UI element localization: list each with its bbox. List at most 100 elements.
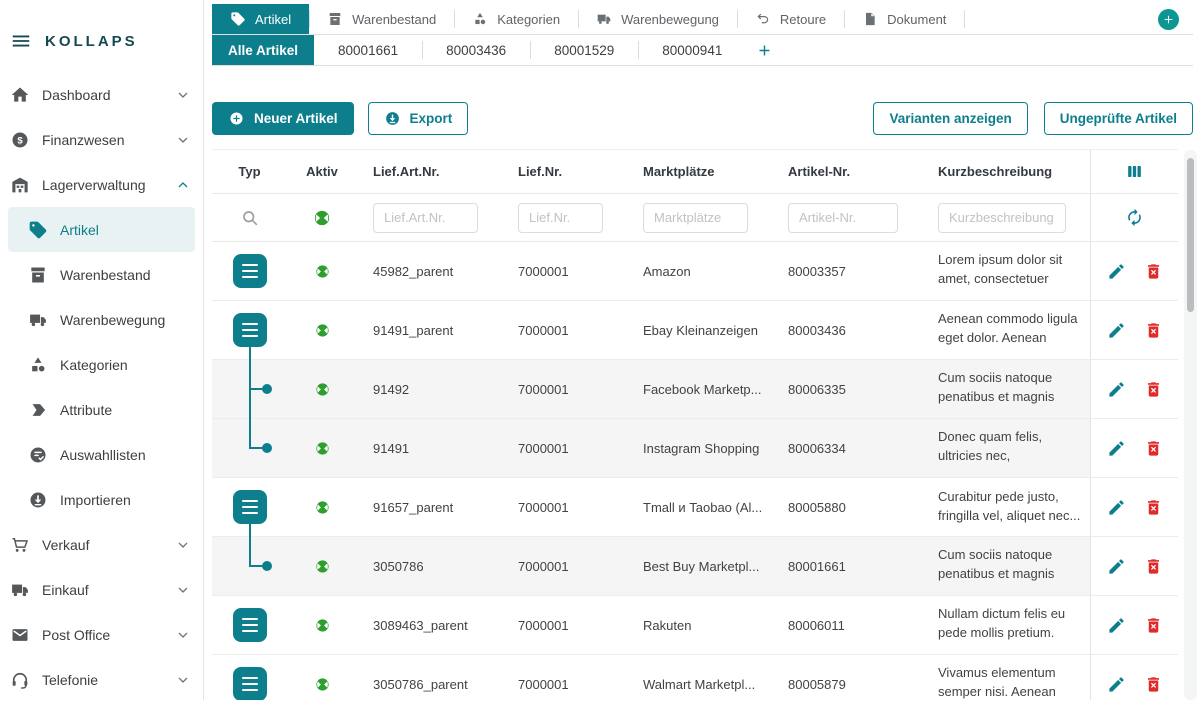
sidebar-item-finanzwesen[interactable]: Finanzwesen [0,117,203,162]
delete-icon[interactable] [1144,321,1163,340]
header-kurzbeschreibung[interactable]: Kurzbeschreibung [922,164,1090,179]
edit-icon[interactable] [1107,498,1126,517]
table-row: 3089463_parent 7000001 Rakuten 80006011 … [212,596,1178,655]
sidebar-item-einkauf[interactable]: Einkauf [0,567,203,612]
add-module-button[interactable] [1158,9,1179,30]
sidebar-item-importieren[interactable]: Importieren [0,477,203,522]
edit-icon[interactable] [1107,439,1126,458]
cell-lief-art-nr: 45982_parent [357,264,502,279]
article-tab-bar: Alle Artikel 80001661 80003436 80001529 … [212,35,1193,66]
sidebar-item-warenbewegung[interactable]: Warenbewegung [0,297,203,342]
header-marktplaetze[interactable]: Marktplätze [627,164,772,179]
header-artikel-nr[interactable]: Artikel-Nr. [772,164,922,179]
sidebar-item-attribute[interactable]: Attribute [0,387,203,432]
parent-article-icon[interactable] [233,254,267,288]
column-settings-icon[interactable] [1125,162,1144,181]
cell-kurzbeschreibung: Cum sociis natoque penatibus et magnis d… [922,546,1090,586]
delete-icon[interactable] [1144,675,1163,694]
truck-icon [28,310,48,330]
lief-nr-filter-input[interactable] [518,203,603,233]
sidebar-item-dashboard[interactable]: Dashboard [0,72,203,117]
mail-icon [10,625,30,645]
edit-icon[interactable] [1107,557,1126,576]
delete-icon[interactable] [1144,616,1163,635]
tab-kategorien[interactable]: Kategorien [454,4,578,34]
cell-lief-nr: 7000001 [502,382,627,397]
header-lief-art-nr[interactable]: Lief.Art.Nr. [357,164,502,179]
table-row: 3050786_parent 7000001 Walmart Marketpl.… [212,655,1178,700]
unchecked-articles-button[interactable]: Ungeprüfte Artikel [1044,102,1193,135]
artikel-nr-filter-input[interactable] [788,203,898,233]
tab-warenbestand[interactable]: Warenbestand [309,4,454,34]
tab-warenbewegung[interactable]: Warenbewegung [578,4,737,34]
kurzbeschreibung-filter-input[interactable] [938,203,1066,233]
cell-kurzbeschreibung: Cum sociis natoque penatibus et magnis d… [922,369,1090,409]
parent-article-icon[interactable] [233,490,267,524]
tab-retoure[interactable]: Retoure [737,4,844,34]
tab-alle-artikel[interactable]: Alle Artikel [212,35,314,65]
parent-article-icon[interactable] [233,608,267,642]
tab-dokument[interactable]: Dokument [844,4,964,34]
active-status-icon [314,381,331,398]
sidebar-item-artikel[interactable]: Artikel [8,207,195,252]
sidebar-item-auswahllisten[interactable]: Auswahllisten [0,432,203,477]
archive-box-icon [28,265,48,285]
tab-artikel[interactable]: Artikel [212,4,309,34]
refresh-icon[interactable] [1125,208,1144,227]
cell-marktplatz: Ebay Kleinanzeigen [627,323,772,338]
delete-icon[interactable] [1144,439,1163,458]
delete-icon[interactable] [1144,380,1163,399]
chevron-down-icon [175,627,191,643]
cell-kurzbeschreibung: Nullam dictum felis eu pede mollis preti… [922,605,1090,645]
marktplaetze-filter-input[interactable] [643,203,748,233]
active-status-icon [314,617,331,634]
tab-article-80001529[interactable]: 80001529 [530,35,638,65]
scrollbar-thumb[interactable] [1187,158,1194,312]
truck-icon [596,11,612,27]
cell-lief-nr: 7000001 [502,677,627,692]
sidebar-item-verkauf[interactable]: Verkauf [0,522,203,567]
sidebar-item-warenbestand[interactable]: Warenbestand [0,252,203,297]
delete-icon[interactable] [1144,262,1163,281]
table-row: 91657_parent 7000001 Tmall и Taobao (Al.… [212,478,1178,537]
show-variants-button[interactable]: Varianten anzeigen [873,102,1027,135]
edit-icon[interactable] [1107,321,1126,340]
header-lief-nr[interactable]: Lief.Nr. [502,164,627,179]
cell-lief-art-nr: 3050786_parent [357,677,502,692]
header-actions-cell [1090,150,1178,193]
header-typ[interactable]: Typ [212,164,287,179]
new-article-button[interactable]: Neuer Artikel [212,102,354,135]
edit-icon[interactable] [1107,262,1126,281]
sidebar-item-post-office[interactable]: Post Office [0,612,203,657]
delete-icon[interactable] [1144,557,1163,576]
active-filter-icon[interactable] [312,208,332,228]
tree-connector [249,418,251,449]
child-node-dot [262,561,272,571]
tab-article-80001661[interactable]: 80001661 [314,35,422,65]
edit-icon[interactable] [1107,675,1126,694]
edit-icon[interactable] [1107,616,1126,635]
cell-artikel-nr: 80006334 [772,441,922,456]
delete-icon[interactable] [1144,498,1163,517]
header-aktiv[interactable]: Aktiv [287,164,357,179]
download-circle-icon [384,110,401,127]
tab-article-80000941[interactable]: 80000941 [638,35,746,65]
lief-art-nr-filter-input[interactable] [373,203,478,233]
parent-article-icon[interactable] [233,313,267,347]
dollar-circle-icon [10,130,30,150]
parent-article-icon[interactable] [233,667,267,700]
cell-lief-art-nr: 3089463_parent [357,618,502,633]
export-button[interactable]: Export [368,102,469,135]
add-article-tab-button[interactable] [746,35,782,65]
table-filter-row [212,194,1178,242]
hamburger-menu-icon[interactable] [10,30,32,52]
edit-icon[interactable] [1107,380,1126,399]
tab-article-80003436[interactable]: 80003436 [422,35,530,65]
search-icon[interactable] [240,208,260,228]
sidebar-item-telefonie[interactable]: Telefonie [0,657,203,702]
sidebar-item-lagerverwaltung[interactable]: Lagerverwaltung [0,162,203,207]
cell-artikel-nr: 80005879 [772,677,922,692]
table-row: 3050786 7000001 Best Buy Marketpl... 800… [212,537,1178,596]
sidebar-item-kategorien[interactable]: Kategorien [0,342,203,387]
chevron-down-icon [175,537,191,553]
